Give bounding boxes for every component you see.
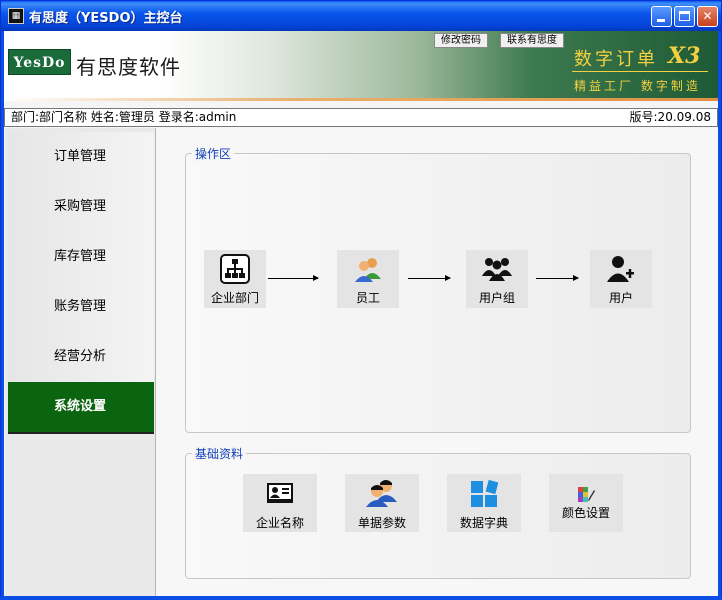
sidebar-item-analysis[interactable]: 经营分析 [8,332,154,382]
client-area: YesDo 有思度软件 修改密码 联系有思度 数字订单 X3 精益工厂 数字制造… [4,31,718,597]
minimize-icon [657,19,665,22]
app-window: ▦ 有思度（YESDO）主控台 ✕ YesDo 有思度软件 修改密码 联系有思度… [0,0,722,600]
flow-arrow [536,275,579,281]
header-banner: YesDo 有思度软件 修改密码 联系有思度 数字订单 X3 精益工厂 数字制造 [4,31,718,98]
tile-label: 颜色设置 [561,506,610,520]
tile-label: 员工 [355,291,380,305]
user-group-icon [482,258,512,281]
maximize-icon [679,11,690,21]
tile-users[interactable]: 用户 [590,250,652,308]
data-dictionary-icon [471,480,498,507]
tile-label: 企业名称 [255,516,304,530]
product-divider [572,71,708,72]
company-card-icon [267,483,293,503]
sidebar-item-inventory[interactable]: 库存管理 [8,232,154,282]
contact-button[interactable]: 联系有思度 [500,33,564,48]
operations-title: 操作区 [192,145,235,162]
document-params-icon [366,480,397,507]
basics-panel: 基础资料 企业名称 单据参数 数据字典 颜色设置 [185,445,691,579]
sidebar: 订单管理 采购管理 库存管理 账务管理 经营分析 系统设置 [5,128,156,597]
main-content: 操作区 企业部门 员工 用户组 用户 基础资料 企业名称 单据参数 数据字典 颜… [157,128,718,597]
close-button[interactable]: ✕ [697,6,718,27]
tile-company-name[interactable]: 企业名称 [243,474,317,532]
sidebar-item-orders[interactable]: 订单管理 [8,132,154,182]
window-title: 有思度（YESDO）主控台 [29,11,183,26]
basics-title: 基础资料 [192,445,247,462]
sidebar-item-settings[interactable]: 系统设置 [8,382,154,434]
product-name: 数字订单 [574,49,658,70]
operations-panel: 操作区 企业部门 员工 用户组 用户 [185,145,691,433]
tile-label: 数据字典 [459,516,508,530]
employee-icon [355,258,381,282]
company-name: 有思度软件 [76,55,181,79]
close-icon: ✕ [702,9,713,23]
tile-employees[interactable]: 员工 [337,250,399,308]
tile-color-settings[interactable]: 颜色设置 [549,474,623,532]
tile-label: 用户 [608,291,633,305]
product-version: X3 [668,43,701,69]
sidebar-item-purchasing[interactable]: 采购管理 [8,182,154,232]
user-icon [607,256,634,282]
slogan: 精益工厂 数字制造 [574,79,701,93]
flow-arrow [408,275,451,281]
version-label: 版号:20.09.08 [629,110,711,124]
sidebar-item-accounts[interactable]: 账务管理 [8,282,154,332]
tile-data-dictionary[interactable]: 数据字典 [447,474,521,532]
tile-label: 单据参数 [357,516,406,530]
user-info: 部门:部门名称 姓名:管理员 登录名:admin [11,110,237,124]
minimize-button[interactable] [651,6,672,27]
org-chart-icon [220,254,250,284]
yesdo-logo: YesDo [8,49,71,75]
app-icon: ▦ [8,8,24,24]
maximize-button[interactable] [674,6,695,27]
flow-arrow [268,275,319,281]
change-password-button[interactable]: 修改密码 [434,33,488,48]
status-bar: 部门:部门名称 姓名:管理员 登录名:admin 版号:20.09.08 [4,108,718,127]
tile-document-params[interactable]: 单据参数 [345,474,419,532]
tile-user-groups[interactable]: 用户组 [466,250,528,308]
title-bar[interactable]: ▦ 有思度（YESDO）主控台 ✕ [1,1,721,31]
tile-departments[interactable]: 企业部门 [204,250,266,308]
tile-label: 用户组 [478,291,515,305]
tile-label: 企业部门 [210,291,259,305]
window-bottom-border [0,596,722,600]
banner-accent-line [4,98,718,101]
color-settings-icon [578,487,595,502]
